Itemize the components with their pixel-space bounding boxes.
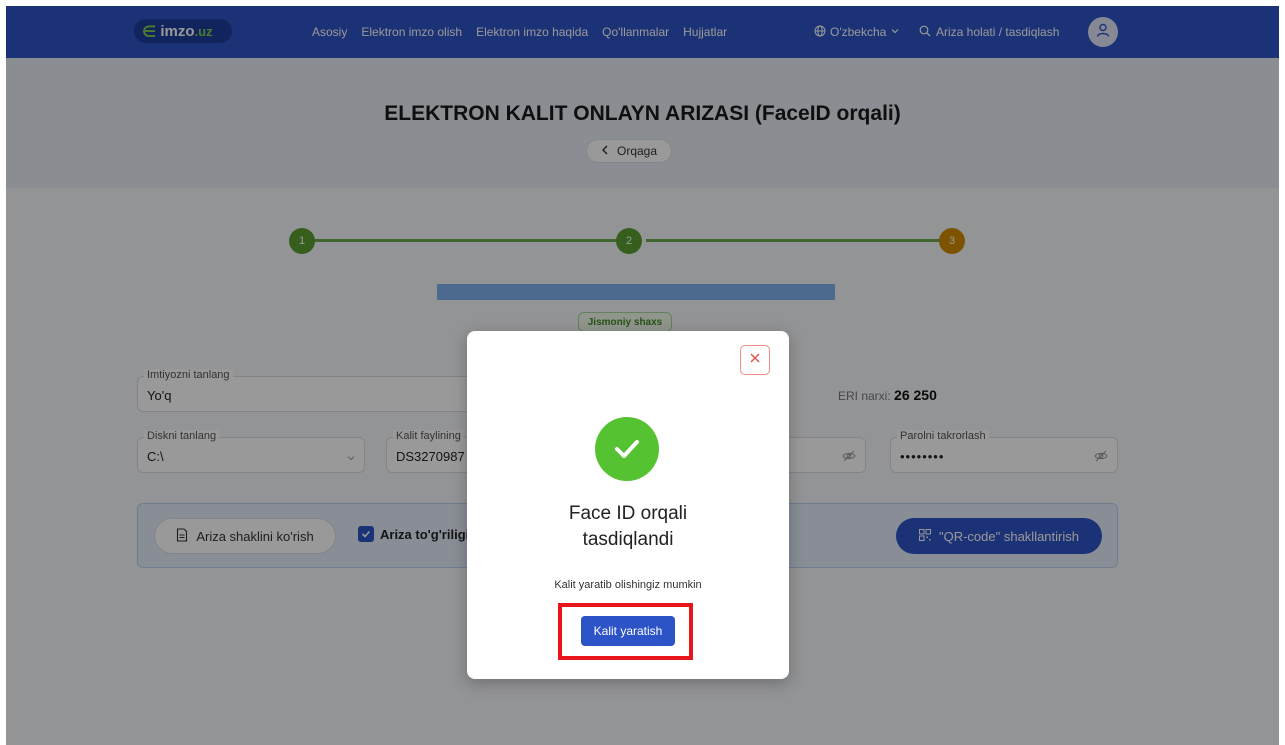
close-button[interactable] bbox=[740, 345, 770, 375]
faceid-success-modal: Face ID orqali tasdiqlandi Kalit yaratib… bbox=[467, 331, 789, 679]
modal-title: Face ID orqali tasdiqlandi bbox=[487, 501, 769, 553]
modal-title-line-1: Face ID orqali bbox=[568, 503, 688, 524]
create-key-button[interactable]: Kalit yaratish bbox=[581, 616, 675, 646]
close-icon bbox=[749, 351, 761, 369]
modal-subtitle: Kalit yaratib olishingiz mumkin bbox=[554, 579, 702, 591]
success-check-icon bbox=[595, 417, 659, 481]
modal-title-line-2: tasdiqlandi bbox=[582, 529, 674, 550]
browser-viewport: ∈ imzo .uz Asosiy Elektron imzo olish El… bbox=[6, 6, 1279, 745]
